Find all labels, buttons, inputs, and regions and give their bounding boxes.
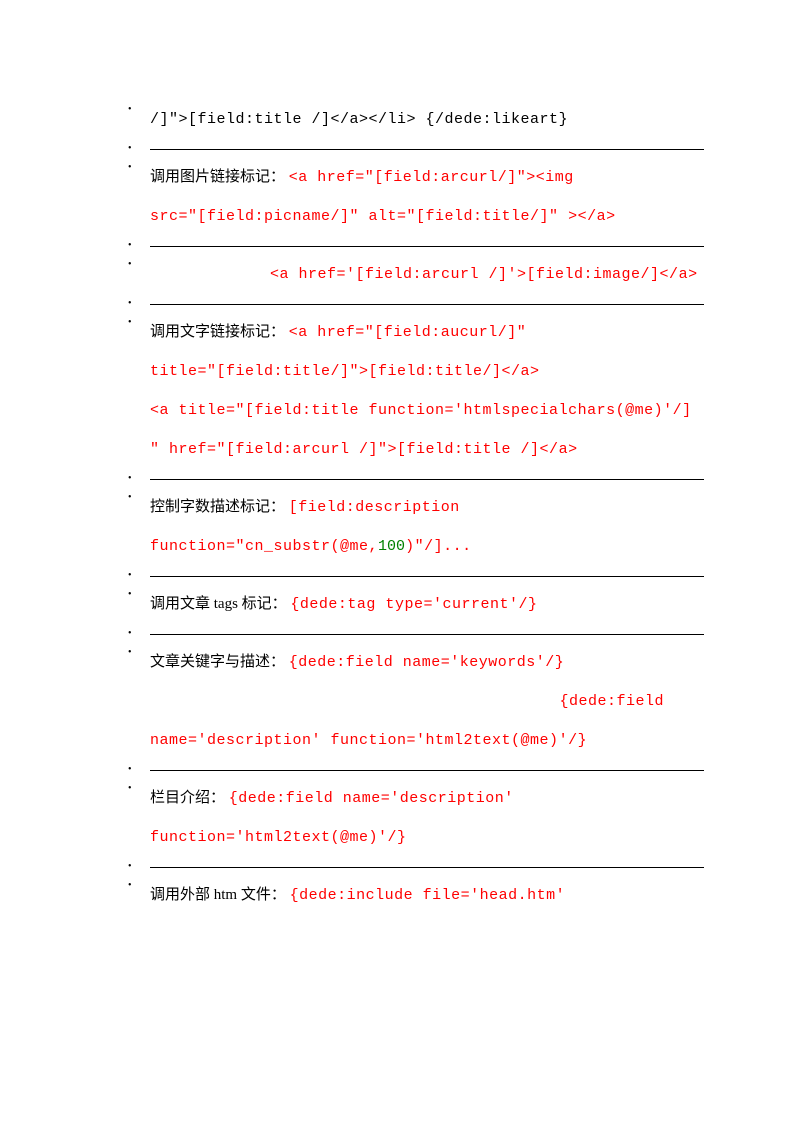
code-text: /]">[field:title /]</a></li> {/dede:like… (150, 111, 568, 128)
code-text: <a href='[field:arcurl /]'>[field:image/… (270, 266, 698, 283)
divider (150, 304, 704, 305)
list-item: 调用文章 tags 标记： {dede:tag type='current'/} (110, 585, 704, 624)
label: 控制字数描述标记： (150, 499, 285, 515)
content-list: /]">[field:title /]</a></li> {/dede:like… (110, 100, 704, 915)
label: 调用外部 htm 文件： (150, 887, 286, 903)
divider (150, 867, 704, 868)
code-text: {dede:field (559, 693, 664, 710)
code-text: name='description' function='html2text(@… (150, 732, 587, 749)
code-text: function='html2text(@me)'/} (150, 829, 407, 846)
divider (150, 479, 704, 480)
code-text: {dede:field name='keywords'/} (289, 654, 565, 671)
label: 文章关键字与描述： (150, 654, 285, 670)
label: 调用文字链接标记： (150, 324, 285, 340)
code-text: {dede:include file='head.htm' (290, 887, 566, 904)
divider-item (110, 760, 704, 779)
divider (150, 770, 704, 771)
code-text: )"/]... (405, 538, 472, 555)
divider-item (110, 857, 704, 876)
divider-item (110, 236, 704, 255)
list-item: /]">[field:title /]</a></li> {/dede:like… (110, 100, 704, 139)
list-item: <a href='[field:arcurl /]'>[field:image/… (110, 255, 704, 294)
divider (150, 149, 704, 150)
label: 调用文章 tags 标记： (150, 596, 287, 612)
divider (150, 246, 704, 247)
divider-item (110, 566, 704, 585)
number: 100 (378, 538, 405, 555)
document-page: /]">[field:title /]</a></li> {/dede:like… (0, 0, 794, 975)
code-text: <a href="[field:arcurl/]"><img (289, 169, 574, 186)
divider (150, 634, 704, 635)
list-item: 文章关键字与描述： {dede:field name='keywords'/} … (110, 643, 704, 760)
code-text: " href="[field:arcurl /]">[field:title /… (150, 441, 578, 458)
code-text: <a href="[field:aucurl/]" (289, 324, 527, 341)
divider-item (110, 139, 704, 158)
code-text: function="cn_substr(@me, (150, 538, 378, 555)
divider (150, 576, 704, 577)
code-text: {dede:tag type='current'/} (290, 596, 537, 613)
code-text: title="[field:title/]">[field:title/]</a… (150, 363, 540, 380)
code-text: {dede:field name='description' (229, 790, 514, 807)
code-text: <a title="[field:title function='htmlspe… (150, 402, 692, 419)
list-item: 栏目介绍： {dede:field name='description' fun… (110, 779, 704, 857)
label: 栏目介绍： (150, 790, 225, 806)
code-text: src="[field:picname/]" alt="[field:title… (150, 208, 616, 225)
divider-item (110, 624, 704, 643)
list-item: 控制字数描述标记： [field:description function="c… (110, 488, 704, 566)
label: 调用图片链接标记： (150, 169, 285, 185)
list-item: 调用文字链接标记： <a href="[field:aucurl/]" titl… (110, 313, 704, 469)
divider-item (110, 294, 704, 313)
divider-item (110, 469, 704, 488)
code-text: [field:description (289, 499, 460, 516)
list-item: 调用外部 htm 文件： {dede:include file='head.ht… (110, 876, 704, 915)
list-item: 调用图片链接标记： <a href="[field:arcurl/]"><img… (110, 158, 704, 236)
